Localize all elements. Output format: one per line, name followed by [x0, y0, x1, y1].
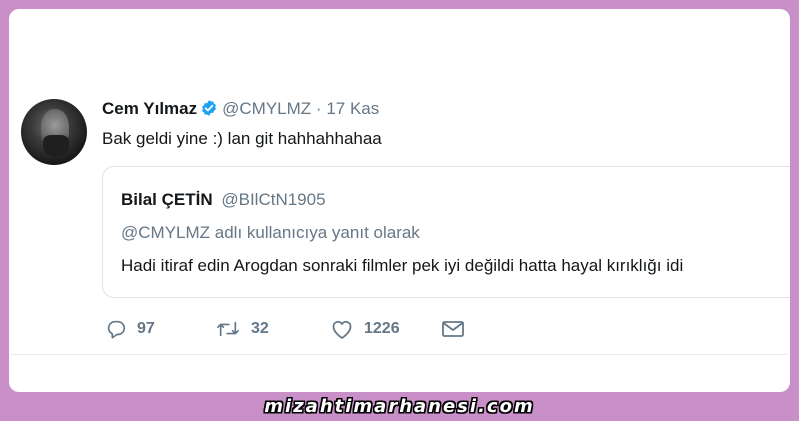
verified-badge-icon	[200, 99, 218, 123]
quoted-author-name: Bilal ÇETİN	[121, 190, 213, 209]
bottom-divider	[11, 354, 788, 355]
quoted-author-handle: @BIlCtN1905	[221, 190, 326, 209]
retweet-count: 32	[251, 320, 269, 337]
like-count: 1226	[364, 320, 400, 337]
author-name[interactable]: Cem Yılmaz	[102, 99, 197, 118]
quoted-reply-context: @CMYLMZ adlı kullanıcıya yanıt olarak	[121, 223, 420, 242]
tweet-header: Cem Yılmaz @CMYLMZ · 17 Kas	[102, 98, 379, 123]
like-button[interactable]: 1226	[330, 316, 400, 342]
reply-button[interactable]: 97	[105, 316, 155, 342]
reply-icon	[105, 318, 127, 340]
retweet-icon	[215, 318, 241, 340]
quoted-tweet-text: Hadi itiraf edin Arogdan sonraki filmler…	[121, 256, 684, 275]
tweet-text: Bak geldi yine :) lan git hahhahhahaa	[102, 129, 382, 148]
avatar[interactable]	[21, 99, 87, 165]
envelope-icon	[441, 319, 465, 339]
header-separator: ·	[315, 99, 322, 118]
site-watermark: mizahtimarhanesi.com	[264, 396, 535, 417]
tweet-date[interactable]: 17 Kas	[326, 99, 379, 118]
quoted-header: Bilal ÇETİN @BIlCtN1905	[121, 189, 326, 211]
avatar-beard	[43, 135, 69, 157]
dm-button[interactable]	[441, 316, 465, 342]
retweet-button[interactable]: 32	[215, 316, 269, 342]
tweet-card: Cem Yılmaz @CMYLMZ · 17 Kas Bak geldi yin…	[9, 9, 790, 392]
quoted-tweet[interactable]: Bilal ÇETİN @BIlCtN1905 @CMYLMZ adlı kul…	[102, 166, 790, 298]
reply-count: 97	[137, 320, 155, 337]
heart-icon	[330, 318, 354, 340]
author-handle[interactable]: @CMYLMZ	[222, 99, 311, 118]
